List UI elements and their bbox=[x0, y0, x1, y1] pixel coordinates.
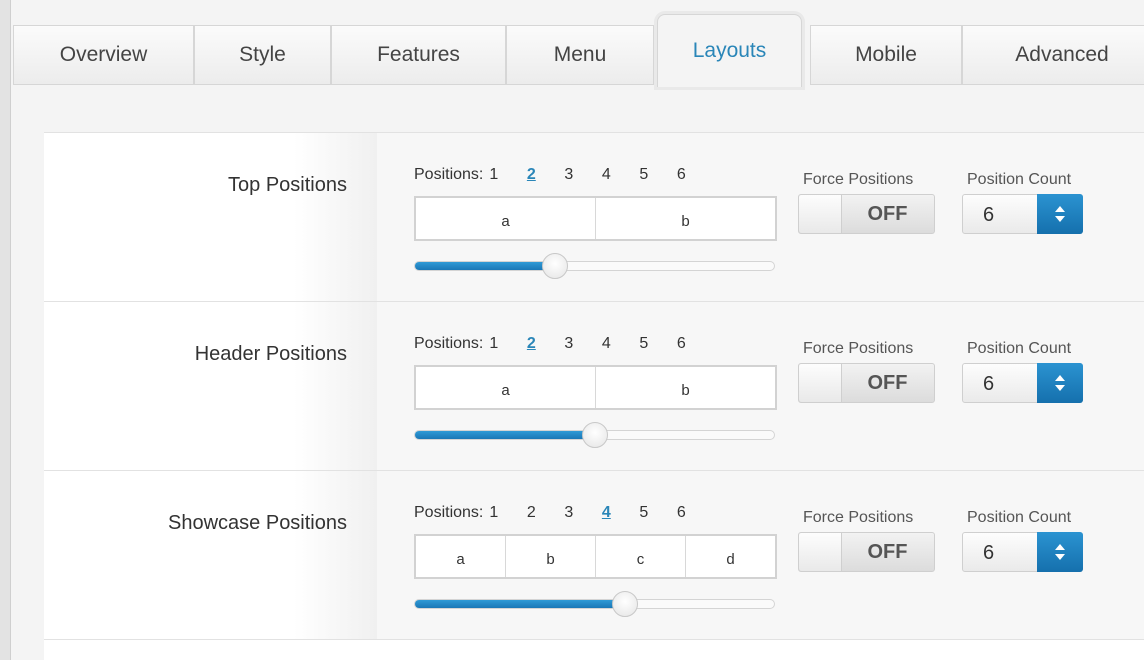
next-row-edge bbox=[44, 639, 1144, 660]
position-option-2[interactable]: 2 bbox=[527, 504, 565, 522]
position-option-4[interactable]: 4 bbox=[602, 335, 640, 353]
position-option-6[interactable]: 6 bbox=[677, 335, 715, 353]
position-cell: d bbox=[726, 551, 735, 568]
tab-label: Features bbox=[377, 43, 460, 66]
tab-overview[interactable]: Overview bbox=[13, 25, 194, 85]
positions-label: Positions: bbox=[414, 504, 484, 521]
tab-label: Menu bbox=[553, 43, 607, 66]
position-option-1[interactable]: 1 bbox=[489, 504, 527, 522]
position-count-select[interactable]: 6 bbox=[962, 363, 1083, 403]
row-controls: Positions: 123456 ab Force Positions OFF… bbox=[377, 302, 1144, 470]
layout-row-0: Top Positions Positions: 123456 ab Force… bbox=[44, 132, 1144, 301]
position-count-select[interactable]: 6 bbox=[962, 532, 1083, 572]
positions-preview: ab bbox=[414, 196, 777, 241]
force-positions-toggle[interactable]: OFF bbox=[798, 194, 935, 234]
tab-style[interactable]: Style bbox=[194, 25, 331, 85]
position-option-4[interactable]: 4 bbox=[602, 166, 640, 184]
tab-label: Layouts bbox=[692, 39, 767, 62]
position-count-value: 6 bbox=[983, 542, 995, 564]
position-option-5[interactable]: 5 bbox=[639, 335, 677, 353]
tab-label: Overview bbox=[59, 43, 148, 66]
slider-handle[interactable] bbox=[542, 253, 568, 279]
tab-menu[interactable]: Menu bbox=[506, 25, 654, 85]
positions-selector: Positions: 123456 bbox=[414, 504, 714, 522]
layouts-panel: Top Positions Positions: 123456 ab Force… bbox=[44, 132, 1144, 660]
row-label-area: Header Positions bbox=[44, 302, 377, 470]
tab-label: Advanced bbox=[1015, 43, 1109, 66]
positions-selector: Positions: 123456 bbox=[414, 166, 714, 184]
position-count-label: Position Count bbox=[967, 509, 1072, 526]
position-option-3[interactable]: 3 bbox=[564, 335, 602, 353]
position-count-value: 6 bbox=[983, 373, 995, 395]
force-positions-label: Force Positions bbox=[803, 340, 914, 357]
position-count-select[interactable]: 6 bbox=[962, 194, 1083, 234]
tab-advanced[interactable]: Advanced bbox=[962, 25, 1144, 85]
position-cell: c bbox=[596, 536, 686, 577]
row-label: Header Positions bbox=[194, 343, 347, 365]
position-option-1[interactable]: 1 bbox=[489, 335, 527, 353]
up-down-arrows-icon[interactable] bbox=[1037, 194, 1083, 234]
positions-preview: ab bbox=[414, 365, 777, 410]
row-label-area: Top Positions bbox=[44, 133, 377, 301]
slider-handle[interactable] bbox=[612, 591, 638, 617]
tab-bar: Overview Style Features Menu Layouts Mob… bbox=[13, 14, 1144, 87]
position-option-1[interactable]: 1 bbox=[489, 166, 527, 184]
positions-preview: abc d bbox=[414, 534, 777, 579]
position-count-value: 6 bbox=[983, 204, 995, 226]
force-positions-toggle[interactable]: OFF bbox=[798, 532, 935, 572]
position-option-5[interactable]: 5 bbox=[639, 504, 677, 522]
up-down-arrows-icon[interactable] bbox=[1037, 532, 1083, 572]
toggle-knob bbox=[799, 195, 842, 233]
row-label: Top Positions bbox=[228, 174, 347, 196]
toggle-state: OFF bbox=[867, 202, 908, 225]
slider-fill bbox=[415, 600, 625, 608]
position-option-6[interactable]: 6 bbox=[677, 504, 715, 522]
row-controls: Positions: 123456 ab Force Positions OFF… bbox=[377, 133, 1144, 301]
up-down-arrows-icon[interactable] bbox=[1037, 363, 1083, 403]
row-controls: Positions: 123456 abcd Force Positions O… bbox=[377, 471, 1144, 639]
force-positions-label: Force Positions bbox=[803, 509, 914, 526]
position-option-6[interactable]: 6 bbox=[677, 166, 715, 184]
tab-label: Style bbox=[239, 43, 286, 66]
positions-selector: Positions: 123456 bbox=[414, 335, 714, 353]
force-positions-label: Force Positions bbox=[803, 171, 914, 188]
layout-row-2: Showcase Positions Positions: 123456 abc… bbox=[44, 470, 1144, 639]
positions-slider[interactable] bbox=[414, 253, 775, 279]
position-option-5[interactable]: 5 bbox=[639, 166, 677, 184]
positions-slider[interactable] bbox=[414, 591, 775, 617]
tab-label: Mobile bbox=[855, 43, 917, 66]
position-option-3[interactable]: 3 bbox=[564, 504, 602, 522]
position-cell: a bbox=[416, 536, 506, 577]
position-cell: b bbox=[506, 536, 596, 577]
row-label-area: Showcase Positions bbox=[44, 471, 377, 639]
force-positions-toggle[interactable]: OFF bbox=[798, 363, 935, 403]
position-cell: a bbox=[416, 367, 596, 408]
position-cell: a bbox=[416, 198, 596, 239]
toggle-state: OFF bbox=[867, 540, 908, 563]
position-cell: b bbox=[681, 213, 690, 230]
positions-label: Positions: bbox=[414, 166, 484, 183]
positions-slider[interactable] bbox=[414, 422, 775, 448]
slider-fill bbox=[415, 262, 555, 270]
position-option-2[interactable]: 2 bbox=[527, 166, 565, 184]
slider-fill bbox=[415, 431, 595, 439]
position-option-4[interactable]: 4 bbox=[602, 504, 640, 522]
toggle-knob bbox=[799, 364, 842, 402]
layout-row-1: Header Positions Positions: 123456 ab Fo… bbox=[44, 301, 1144, 470]
tab-layouts[interactable]: Layouts bbox=[657, 14, 802, 87]
toggle-knob bbox=[799, 533, 842, 571]
position-count-label: Position Count bbox=[967, 171, 1072, 188]
slider-handle[interactable] bbox=[581, 422, 608, 448]
position-option-3[interactable]: 3 bbox=[564, 166, 602, 184]
position-count-label: Position Count bbox=[967, 340, 1072, 357]
position-option-2[interactable]: 2 bbox=[527, 335, 565, 353]
row-label: Showcase Positions bbox=[168, 512, 347, 534]
positions-label: Positions: bbox=[414, 335, 484, 352]
toggle-state: OFF bbox=[867, 371, 908, 394]
tab-features[interactable]: Features bbox=[331, 25, 506, 85]
position-cell: b bbox=[681, 382, 690, 399]
tab-mobile[interactable]: Mobile bbox=[810, 25, 962, 85]
